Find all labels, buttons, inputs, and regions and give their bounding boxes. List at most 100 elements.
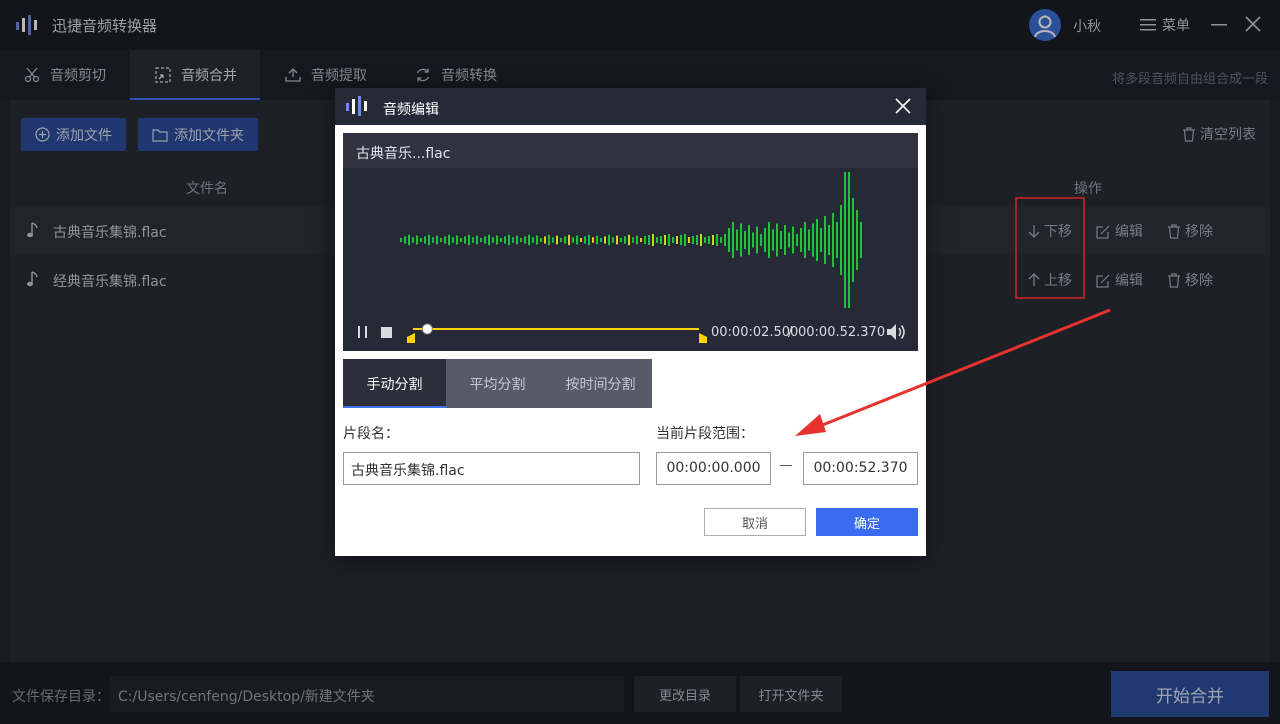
confirm-button[interactable]: 确定 [816,508,918,536]
segment-name-input[interactable]: 古典音乐集锦.flac [343,452,640,485]
waveform-bar [792,226,794,254]
stop-icon[interactable] [381,327,392,338]
waveform-bar [596,235,598,245]
waveform-bar [680,235,682,245]
waveform-bar [856,210,858,270]
waveform-bar [700,234,702,246]
audio-edit-dialog: 音频编辑 古典音乐...flac 00:00:02.500 / 00:00.52… [335,88,926,556]
waveform-bar [708,236,710,244]
waveform-bar [632,237,634,243]
waveform-bar [716,234,718,246]
tab-average-split[interactable]: 平均分割 [446,359,549,408]
waveform-bar [468,234,470,246]
waveform-bar [684,234,686,246]
waveform-bar [588,234,590,246]
waveform-bar [456,235,458,245]
playhead[interactable] [421,323,433,335]
waveform-bar [800,228,802,252]
audio-player: 古典音乐...flac 00:00:02.500 / 00:00.52.370 [343,133,918,351]
waveform-bar [424,236,426,244]
waveform-bar [824,216,826,264]
time-separator: / [788,325,793,340]
waveform-bar [780,231,782,249]
waveform-bar [668,234,670,246]
segment-name-label: 片段名： [343,426,399,442]
volume-icon[interactable] [885,322,907,342]
waveform-bar [560,238,562,242]
waveform-bar [788,232,790,248]
waveform-bar [460,238,462,242]
waveform-bar [736,229,738,251]
waveform-bar [540,238,542,242]
waveform-bar [860,222,862,258]
waveform-bar [660,236,662,244]
waveform-bar [840,205,842,275]
waveform-bar [652,234,654,246]
waveform-bar [804,222,806,258]
waveform-bar [576,235,578,245]
timeline-slider[interactable] [407,321,707,347]
close-icon[interactable] [894,97,912,115]
waveform-bar [492,237,494,243]
pause-icon[interactable] [356,325,370,339]
total-time: 00:00.52.370 [798,325,886,340]
waveform-bar [528,234,530,246]
waveform-bar [740,223,742,257]
waveform-bar [420,238,422,242]
waveform-bar [472,237,474,243]
waveform-bar [500,238,502,242]
split-mode-tabs: 手动分割 平均分割 按时间分割 [343,359,652,408]
waveform-bar [624,236,626,244]
waveform-bar [752,232,754,248]
waveform-bar [484,236,486,244]
waveform-bar [748,225,750,255]
waveform-bar [404,236,406,244]
waveform-bar [552,237,554,243]
waveform-bar [444,236,446,244]
dialog-header: 音频编辑 [335,88,926,125]
waveform-bar [464,236,466,244]
waveform-bar [612,237,614,243]
range-start-input[interactable]: 00:00:00.000 [656,452,771,485]
waveform-bar [412,237,414,243]
waveform-bar [600,238,602,242]
range-end-input[interactable]: 00:00:52.370 [803,452,918,485]
range-start-handle[interactable] [407,333,415,343]
waveform-bar [828,225,830,255]
waveform-bar [448,234,450,246]
current-time: 00:00:02.500 [711,325,799,340]
waveform-bar [744,231,746,249]
waveform-bar [848,172,850,308]
waveform-bar [400,238,402,242]
waveform-bar [696,235,698,245]
waveform-bar [644,236,646,244]
app-logo-icon [346,96,367,116]
range-dash [780,465,792,466]
waveform-bar [672,237,674,243]
waveform-bar [760,234,762,246]
waveform-bar [440,238,442,242]
waveform-bar [836,222,838,258]
segment-range-label: 当前片段范围： [656,426,754,442]
waveform-bar [564,236,566,244]
waveform-bar [416,235,418,245]
range-end-handle[interactable] [699,333,707,343]
tab-time-split[interactable]: 按时间分割 [549,359,652,408]
player-header: 古典音乐...flac [343,133,918,168]
tab-manual-split[interactable]: 手动分割 [343,359,446,408]
waveform-bar [664,235,666,245]
waveform-bar [712,235,714,245]
waveform-bar [452,237,454,243]
waveform [400,172,862,308]
waveform-bar [832,213,834,267]
waveform-bar [496,235,498,245]
cancel-button[interactable]: 取消 [704,508,806,536]
waveform-bar [704,237,706,243]
waveform-bar [728,228,730,252]
waveform-bar [476,235,478,245]
waveform-bar [768,222,770,258]
waveform-bar [508,234,510,246]
waveform-bar [692,236,694,244]
waveform-bar [568,234,570,246]
waveform-bar [808,229,810,251]
